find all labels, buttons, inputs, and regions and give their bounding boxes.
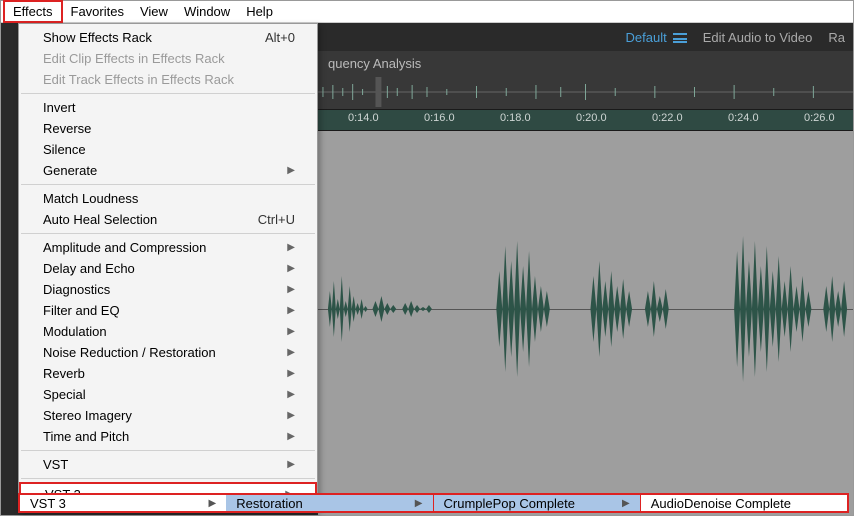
menuitem-time-and-pitch[interactable]: Time and Pitch ▶ xyxy=(19,426,317,447)
menuitem-label: Silence xyxy=(43,142,86,157)
separator xyxy=(21,478,315,479)
menuitem-label: Noise Reduction / Restoration xyxy=(43,345,216,360)
menu-effects[interactable]: Effects xyxy=(3,0,63,23)
menuitem-label: Edit Track Effects in Effects Rack xyxy=(43,72,234,87)
menuitem-label: VST xyxy=(43,457,68,472)
menuitem-filter-and-eq[interactable]: Filter and EQ ▶ xyxy=(19,300,317,321)
menuitem-label: Reverb xyxy=(43,366,85,381)
menu-window[interactable]: Window xyxy=(176,2,238,21)
separator xyxy=(21,450,315,451)
menuitem-noise-reduction-restoration[interactable]: Noise Reduction / Restoration ▶ xyxy=(19,342,317,363)
menuitem-invert[interactable]: Invert xyxy=(19,97,317,118)
workspace-bar: Default Edit Audio to Video Ra xyxy=(318,23,853,51)
chevron-right-icon: ▶ xyxy=(287,431,295,442)
menuitem-label: Invert xyxy=(43,100,76,115)
separator xyxy=(21,233,315,234)
chevron-right-icon: ▶ xyxy=(287,389,295,400)
menuitem-special[interactable]: Special ▶ xyxy=(19,384,317,405)
menuitem-silence[interactable]: Silence xyxy=(19,139,317,160)
crumb-crumplepop[interactable]: CrumplePop Complete▶ xyxy=(433,495,640,511)
ruler-tick: 0:22.0 xyxy=(652,112,683,124)
ruler-tick: 0:16.0 xyxy=(424,112,455,124)
menuitem-label: Stereo Imagery xyxy=(43,408,132,423)
time-ruler[interactable]: 0:14.0 0:16.0 0:18.0 0:20.0 0:22.0 0:24.0 0:26… xyxy=(318,109,853,131)
main-waveform[interactable] xyxy=(318,131,853,487)
chevron-right-icon: ▶ xyxy=(287,242,295,253)
shortcut: Ctrl+U xyxy=(258,212,295,227)
crumb-audiodenoise[interactable]: AudioDenoise Complete xyxy=(640,495,847,511)
menuitem-label: Reverse xyxy=(43,121,91,136)
workspace-edit-av[interactable]: Edit Audio to Video xyxy=(703,30,813,45)
menuitem-match-loudness[interactable]: Match Loudness xyxy=(19,188,317,209)
ruler-tick: 0:20.0 xyxy=(576,112,607,124)
crumb-vst3[interactable]: VST 3▶ xyxy=(20,495,226,511)
workspace-default[interactable]: Default xyxy=(626,30,667,45)
crumb-restoration[interactable]: Restoration▶ xyxy=(226,495,432,511)
menuitem-label: Special xyxy=(43,387,86,402)
workspace-ra[interactable]: Ra xyxy=(828,30,845,45)
menubar: EffectsFavoritesViewWindowHelp xyxy=(1,1,853,23)
chevron-right-icon: ▶ xyxy=(287,368,295,379)
shortcut: Alt+0 xyxy=(265,30,295,45)
panel-tab[interactable]: quency Analysis xyxy=(318,51,853,75)
menuitem-delay-and-echo[interactable]: Delay and Echo ▶ xyxy=(19,258,317,279)
chevron-right-icon: ▶ xyxy=(287,326,295,337)
menuitem-label: Edit Clip Effects in Effects Rack xyxy=(43,51,225,66)
menuitem-label: Auto Heal Selection xyxy=(43,212,157,227)
timeline: 0:14.0 0:16.0 0:18.0 0:20.0 0:22.0 0:24.0 0:26… xyxy=(318,75,853,515)
chevron-right-icon: ▶ xyxy=(209,498,217,509)
menuitem-generate[interactable]: Generate ▶ xyxy=(19,160,317,181)
menuitem-show-effects-rack[interactable]: Show Effects Rack Alt+0 xyxy=(19,27,317,48)
chevron-right-icon: ▶ xyxy=(287,305,295,316)
menuitem-edit-clip-effects-in-effects-rack: Edit Clip Effects in Effects Rack xyxy=(19,48,317,69)
overview-waveform[interactable] xyxy=(318,75,853,109)
separator xyxy=(21,184,315,185)
menuitem-edit-track-effects-in-effects-rack: Edit Track Effects in Effects Rack xyxy=(19,69,317,90)
chevron-right-icon: ▶ xyxy=(287,410,295,421)
chevron-right-icon: ▶ xyxy=(287,263,295,274)
menuitem-diagnostics[interactable]: Diagnostics ▶ xyxy=(19,279,317,300)
separator xyxy=(21,93,315,94)
menuitem-reverse[interactable]: Reverse xyxy=(19,118,317,139)
menu-view[interactable]: View xyxy=(132,2,176,21)
hamburger-icon[interactable] xyxy=(673,33,687,43)
menuitem-label: Time and Pitch xyxy=(43,429,129,444)
menuitem-label: Match Loudness xyxy=(43,191,138,206)
menuitem-label: Modulation xyxy=(43,324,107,339)
menuitem-label: Generate xyxy=(43,163,97,178)
menuitem-label: Delay and Echo xyxy=(43,261,135,276)
menuitem-stereo-imagery[interactable]: Stereo Imagery ▶ xyxy=(19,405,317,426)
menuitem-label: Diagnostics xyxy=(43,282,110,297)
chevron-right-icon: ▶ xyxy=(287,459,295,470)
menuitem-label: Amplitude and Compression xyxy=(43,240,206,255)
ruler-tick: 0:14.0 xyxy=(348,112,379,124)
menuitem-amplitude-and-compression[interactable]: Amplitude and Compression ▶ xyxy=(19,237,317,258)
menuitem-modulation[interactable]: Modulation ▶ xyxy=(19,321,317,342)
menuitem-auto-heal-selection[interactable]: Auto Heal Selection Ctrl+U xyxy=(19,209,317,230)
menuitem-label: Show Effects Rack xyxy=(43,30,152,45)
menuitem-reverb[interactable]: Reverb ▶ xyxy=(19,363,317,384)
chevron-right-icon: ▶ xyxy=(287,165,295,176)
ruler-tick: 0:26.0 xyxy=(804,112,835,124)
menuitem-vst[interactable]: VST ▶ xyxy=(19,454,317,475)
chevron-right-icon: ▶ xyxy=(622,498,630,509)
ruler-tick: 0:24.0 xyxy=(728,112,759,124)
menu-help[interactable]: Help xyxy=(238,2,281,21)
chevron-right-icon: ▶ xyxy=(287,347,295,358)
menuitem-label: Filter and EQ xyxy=(43,303,120,318)
menu-favorites[interactable]: Favorites xyxy=(63,2,132,21)
ruler-tick: 0:18.0 xyxy=(500,112,531,124)
effects-menu: Show Effects Rack Alt+0 Edit Clip Effects … xyxy=(18,23,318,511)
submenu-breadcrumb: VST 3▶ Restoration▶ CrumplePop Complete▶… xyxy=(18,493,849,513)
chevron-right-icon: ▶ xyxy=(415,498,423,509)
chevron-right-icon: ▶ xyxy=(287,284,295,295)
